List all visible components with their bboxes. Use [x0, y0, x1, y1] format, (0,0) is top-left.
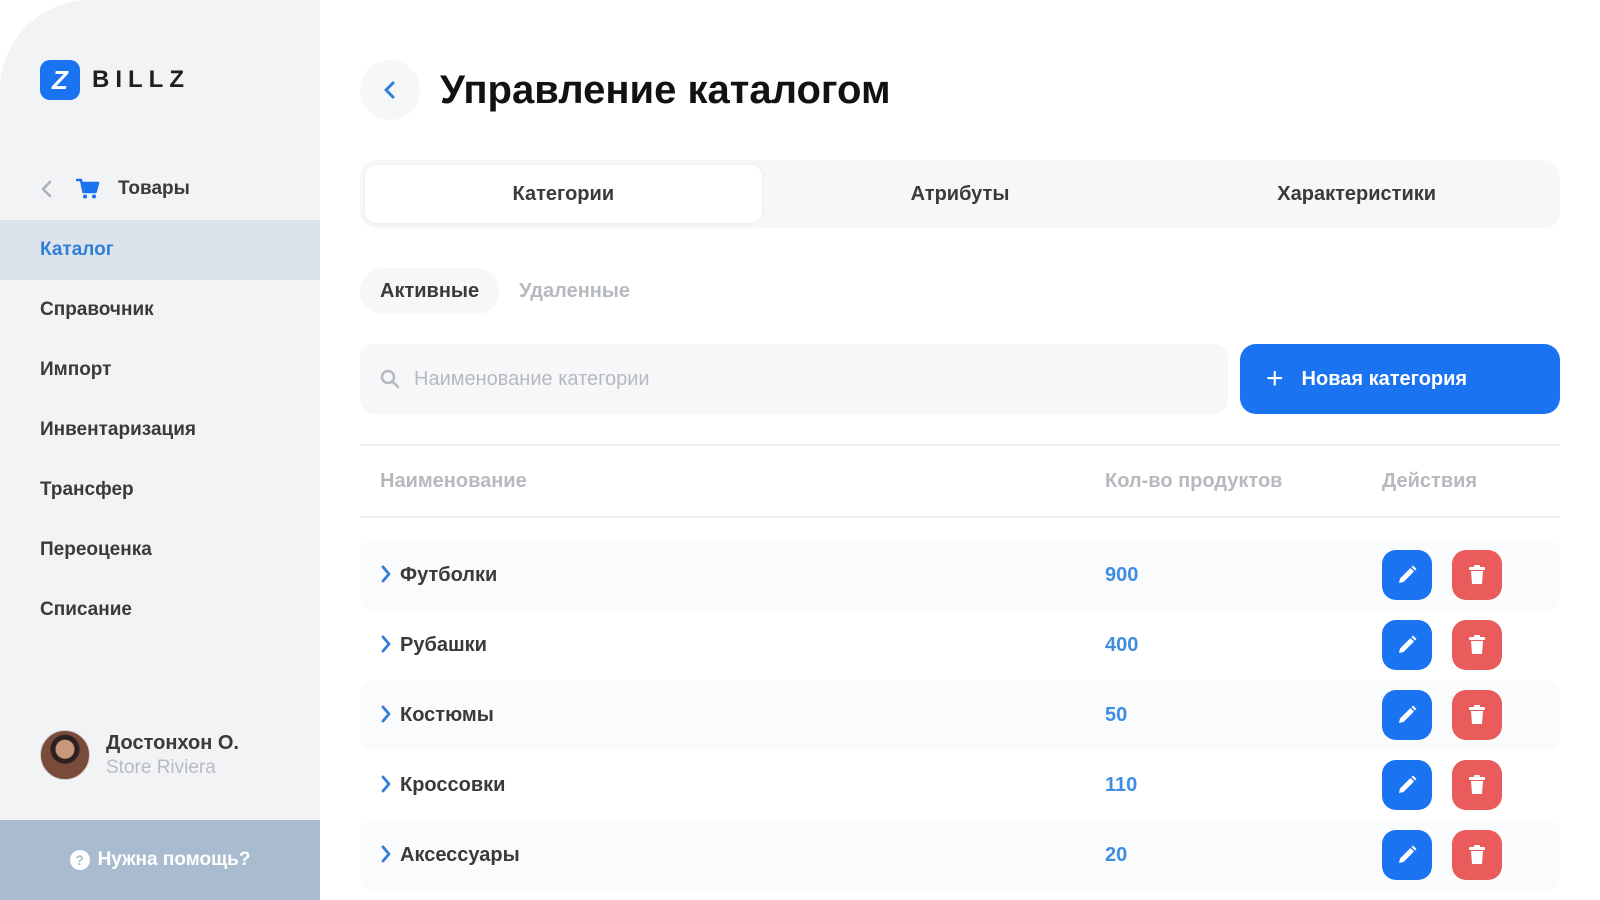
tab-attributes[interactable]: Атрибуты [762, 165, 1159, 223]
trash-icon [1469, 705, 1485, 724]
pencil-icon [1399, 845, 1417, 863]
sidebar-nav: Каталог Справочник Импорт Инвентаризация… [0, 220, 320, 640]
table-row[interactable]: Аксессуары 20 [360, 820, 1560, 890]
chevron-right-icon[interactable] [380, 704, 392, 724]
pencil-icon [1399, 635, 1417, 653]
divider-header [360, 516, 1560, 518]
trash-icon [1469, 565, 1485, 584]
trash-icon [1469, 845, 1485, 864]
delete-button[interactable] [1452, 550, 1502, 600]
edit-button[interactable] [1382, 550, 1432, 600]
nav-parent-label: Товары [118, 178, 190, 199]
sidebar: Z BILLZ Товары Каталог Справочник Импорт… [0, 0, 320, 900]
search-box [360, 344, 1228, 414]
delete-button[interactable] [1452, 830, 1502, 880]
avatar [40, 730, 90, 780]
profile-store: Store Riviera [106, 756, 216, 778]
nav-parent-goods[interactable]: Товары [40, 174, 190, 204]
product-count: 900 [1105, 563, 1139, 586]
help-label: Нужна помощь? [97, 849, 251, 870]
table-row[interactable]: Футболки 900 [360, 540, 1560, 610]
table-row[interactable]: Костюмы 50 [360, 680, 1560, 750]
edit-button[interactable] [1382, 620, 1432, 670]
delete-button[interactable] [1452, 690, 1502, 740]
pencil-icon [1399, 565, 1417, 583]
search-icon [380, 369, 400, 389]
category-name: Костюмы [400, 703, 494, 726]
edit-button[interactable] [1382, 760, 1432, 810]
back-chevron-icon [384, 81, 395, 99]
table-row[interactable]: Рубашки 400 [360, 610, 1560, 680]
sidebar-item-inventory[interactable]: Инвентаризация [0, 400, 320, 460]
trash-icon [1469, 635, 1485, 654]
sidebar-item-write-off[interactable]: Списание [0, 580, 320, 640]
sidebar-item-revaluation[interactable]: Переоценка [0, 520, 320, 580]
back-button[interactable] [360, 60, 420, 120]
sidebar-item-import[interactable]: Импорт [0, 340, 320, 400]
pencil-icon [1399, 705, 1417, 723]
logo-text: BILLZ [92, 66, 190, 93]
column-header-actions: Действия [1382, 470, 1478, 492]
cart-icon [75, 178, 100, 200]
table-row[interactable]: Кроссовки 110 [360, 750, 1560, 820]
edit-button[interactable] [1382, 830, 1432, 880]
column-header-name: Наименование [380, 470, 527, 492]
categories-table: Футболки 900 Рубашки 400 Костюмы 50 Крос… [360, 540, 1560, 890]
chevron-right-icon[interactable] [380, 844, 392, 864]
app: Z BILLZ Товары Каталог Справочник Импорт… [0, 0, 1600, 900]
new-category-button[interactable]: + Новая категория [1240, 344, 1560, 414]
edit-button[interactable] [1382, 690, 1432, 740]
product-count: 20 [1105, 843, 1128, 866]
chevron-right-icon[interactable] [380, 774, 392, 794]
user-profile[interactable]: Достонхон О. Store Riviera [40, 730, 239, 780]
column-header-count: Кол-во продуктов [1105, 470, 1283, 492]
sidebar-item-transfer[interactable]: Трансфер [0, 460, 320, 520]
help-icon: ? [69, 850, 90, 870]
plus-icon: + [1266, 362, 1284, 395]
main-content: Управление каталогом Категории Атрибуты … [360, 0, 1560, 900]
sidebar-item-directory[interactable]: Справочник [0, 280, 320, 340]
tab-characteristics[interactable]: Характеристики [1158, 165, 1555, 223]
status-tab-active[interactable]: Активные [360, 268, 500, 314]
pencil-icon [1399, 775, 1417, 793]
status-filter: Активные Удаленные [360, 268, 650, 314]
profile-name: Достонхон О. [106, 731, 239, 754]
back-chevron-icon[interactable] [40, 179, 54, 199]
product-count: 110 [1105, 773, 1138, 796]
tab-categories[interactable]: Категории [365, 165, 762, 223]
catalog-tabs: Категории Атрибуты Характеристики [360, 160, 1560, 228]
delete-button[interactable] [1452, 760, 1502, 810]
search-input[interactable] [414, 367, 1174, 391]
product-count: 50 [1105, 703, 1128, 726]
delete-button[interactable] [1452, 620, 1502, 670]
divider-top [360, 444, 1560, 446]
logo[interactable]: Z BILLZ [40, 60, 190, 100]
category-name: Аксессуары [400, 843, 520, 866]
profile-text: Достонхон О. Store Riviera [106, 732, 239, 779]
logo-mark: Z [40, 60, 80, 100]
page-header: Управление каталогом [360, 60, 891, 120]
new-category-label: Новая категория [1301, 367, 1468, 390]
category-name: Рубашки [400, 633, 487, 656]
chevron-right-icon[interactable] [380, 634, 392, 654]
category-name: Футболки [400, 563, 498, 586]
category-name: Кроссовки [400, 773, 506, 796]
page-title: Управление каталогом [440, 67, 891, 112]
product-count: 400 [1105, 633, 1139, 656]
trash-icon [1469, 775, 1485, 794]
status-tab-deleted[interactable]: Удаленные [499, 268, 650, 314]
help-button[interactable]: ? Нужна помощь? [0, 820, 320, 900]
chevron-right-icon[interactable] [380, 564, 392, 584]
sidebar-item-catalog[interactable]: Каталог [0, 220, 320, 280]
